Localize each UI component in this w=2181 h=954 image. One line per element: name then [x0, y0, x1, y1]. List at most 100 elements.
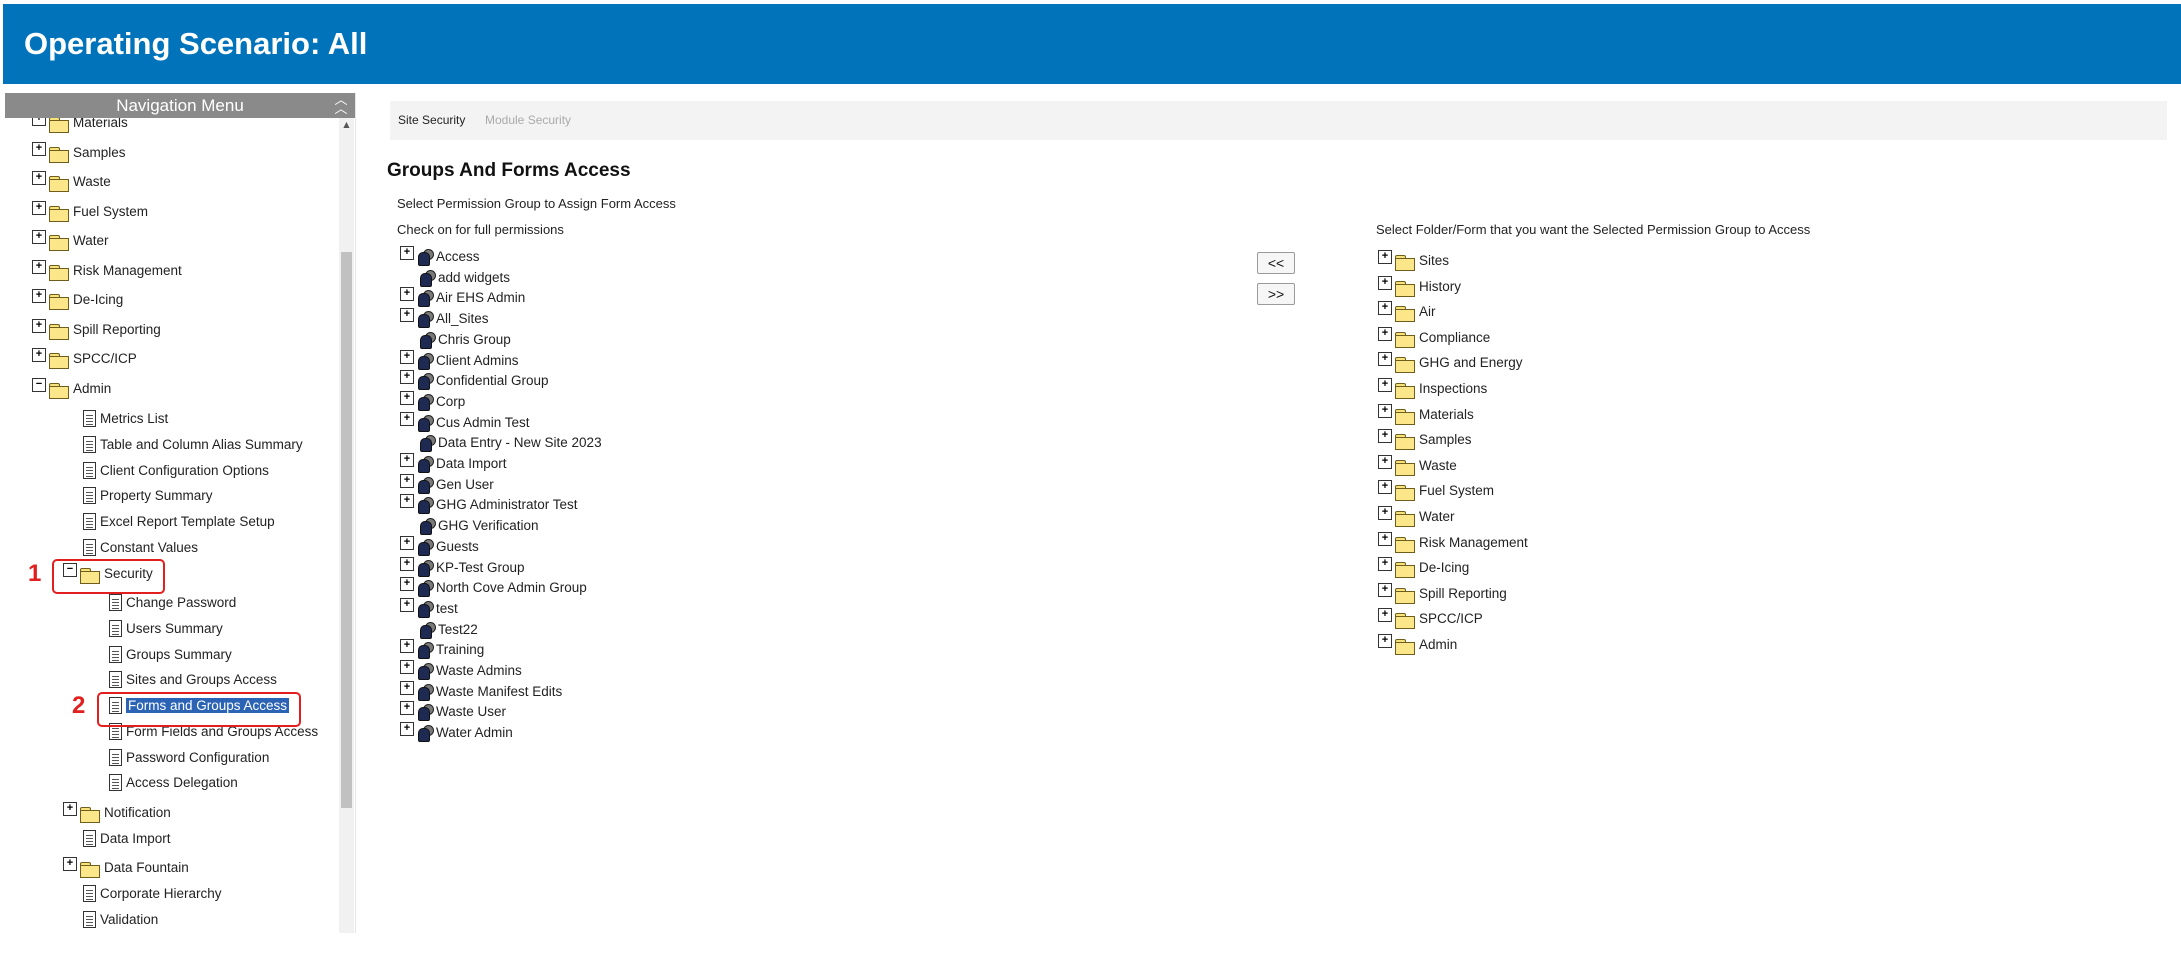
expand-plus-icon[interactable]: +: [400, 722, 414, 736]
expand-plus-icon[interactable]: +: [32, 171, 46, 185]
form-folder-materials[interactable]: + Materials: [1378, 402, 1474, 426]
expand-plus-icon[interactable]: +: [32, 142, 46, 156]
nav-item-data-fountain[interactable]: + Data Fountain: [63, 855, 189, 879]
nav-item-metrics-list[interactable]: Metrics List: [83, 406, 168, 430]
expand-plus-icon[interactable]: +: [63, 802, 77, 816]
expand-plus-icon[interactable]: +: [1378, 506, 1392, 520]
form-folder-fuel-system[interactable]: + Fuel System: [1378, 478, 1494, 502]
form-folder-ghg-and-energy[interactable]: + GHG and Energy: [1378, 350, 1523, 374]
expand-plus-icon[interactable]: +: [32, 289, 46, 303]
expand-plus-icon[interactable]: +: [32, 230, 46, 244]
nav-item-data-import[interactable]: Data Import: [83, 826, 171, 850]
double-chevron-up-icon[interactable]: ︿ ︿: [333, 93, 349, 115]
nav-item-sites-and-groups-access[interactable]: Sites and Groups Access: [109, 667, 277, 691]
expand-plus-icon[interactable]: +: [400, 536, 414, 550]
nav-item-users-summary[interactable]: Users Summary: [109, 616, 223, 640]
group-item-waste-user[interactable]: + Waste User: [400, 701, 506, 722]
nav-item-client-configuration-options[interactable]: Client Configuration Options: [83, 458, 269, 482]
nav-item-password-configuration[interactable]: Password Configuration: [109, 745, 269, 769]
expand-plus-icon[interactable]: +: [1378, 429, 1392, 443]
nav-item-waste[interactable]: + Waste: [32, 169, 111, 193]
form-folder-spcc-icp[interactable]: + SPCC/ICP: [1378, 606, 1483, 630]
nav-item-property-summary[interactable]: Property Summary: [83, 483, 213, 507]
form-folder-air[interactable]: + Air: [1378, 299, 1436, 323]
group-item-training[interactable]: + Training: [400, 639, 484, 660]
expand-plus-icon[interactable]: +: [400, 350, 414, 364]
expand-plus-icon[interactable]: +: [1378, 327, 1392, 341]
expand-plus-icon[interactable]: +: [1378, 532, 1392, 546]
form-folder-inspections[interactable]: + Inspections: [1378, 376, 1487, 400]
expand-plus-icon[interactable]: +: [32, 201, 46, 215]
group-item-air-ehs-admin[interactable]: + Air EHS Admin: [400, 287, 525, 308]
expand-plus-icon[interactable]: +: [400, 598, 414, 612]
form-folder-waste[interactable]: + Waste: [1378, 453, 1457, 477]
expand-plus-icon[interactable]: +: [32, 118, 46, 126]
nav-item-constant-values[interactable]: Constant Values: [83, 535, 198, 559]
nav-item-admin[interactable]: − Admin: [32, 376, 111, 400]
group-item-waste-manifest-edits[interactable]: + Waste Manifest Edits: [400, 681, 562, 702]
expand-plus-icon[interactable]: +: [1378, 634, 1392, 648]
form-folder-risk-management[interactable]: + Risk Management: [1378, 530, 1528, 554]
nav-item-spcc-icp[interactable]: + SPCC/ICP: [32, 346, 137, 370]
group-item-access[interactable]: + Access: [400, 246, 480, 267]
group-item-corp[interactable]: + Corp: [400, 391, 465, 412]
expand-plus-icon[interactable]: +: [1378, 301, 1392, 315]
expand-plus-icon[interactable]: +: [400, 391, 414, 405]
expand-plus-icon[interactable]: +: [1378, 583, 1392, 597]
form-folder-history[interactable]: + History: [1378, 274, 1461, 298]
expand-plus-icon[interactable]: +: [1378, 455, 1392, 469]
nav-item-validation[interactable]: Validation: [83, 907, 158, 931]
nav-item-risk-management[interactable]: + Risk Management: [32, 258, 182, 282]
form-folder-water[interactable]: + Water: [1378, 504, 1455, 528]
nav-item-samples[interactable]: + Samples: [32, 140, 126, 164]
group-item-data-import[interactable]: + Data Import: [400, 453, 507, 474]
expand-plus-icon[interactable]: +: [400, 494, 414, 508]
form-folder-sites[interactable]: + Sites: [1378, 248, 1449, 272]
expand-plus-icon[interactable]: +: [1378, 378, 1392, 392]
expand-plus-icon[interactable]: +: [63, 857, 77, 871]
collapse-minus-icon[interactable]: −: [32, 378, 46, 392]
nav-item-fuel-system[interactable]: + Fuel System: [32, 199, 148, 223]
expand-plus-icon[interactable]: +: [1378, 276, 1392, 290]
expand-plus-icon[interactable]: +: [400, 308, 414, 322]
group-item-test[interactable]: + test: [400, 598, 458, 619]
group-item-gen-user[interactable]: + Gen User: [400, 474, 494, 495]
expand-plus-icon[interactable]: +: [400, 287, 414, 301]
expand-plus-icon[interactable]: +: [1378, 557, 1392, 571]
group-item-cus-admin-test[interactable]: + Cus Admin Test: [400, 412, 530, 433]
group-item-north-cove-admin-group[interactable]: + North Cove Admin Group: [400, 577, 587, 598]
nav-item-table-and-column-alias-summary[interactable]: Table and Column Alias Summary: [83, 432, 303, 456]
nav-item-de-icing[interactable]: + De-Icing: [32, 287, 123, 311]
group-item-chris-group[interactable]: Chris Group: [419, 329, 511, 350]
form-folder-de-icing[interactable]: + De-Icing: [1378, 555, 1469, 579]
expand-plus-icon[interactable]: +: [32, 260, 46, 274]
group-item-kp-test-group[interactable]: + KP-Test Group: [400, 557, 525, 578]
tab-site-security[interactable]: Site Security: [398, 113, 465, 127]
expand-plus-icon[interactable]: +: [1378, 404, 1392, 418]
expand-plus-icon[interactable]: +: [1378, 480, 1392, 494]
remove-access-button[interactable]: >>: [1257, 283, 1295, 305]
group-item-add-widgets[interactable]: add widgets: [419, 267, 510, 288]
expand-plus-icon[interactable]: +: [400, 474, 414, 488]
group-item-water-admin[interactable]: + Water Admin: [400, 722, 513, 743]
tab-module-security[interactable]: Module Security: [485, 113, 571, 127]
expand-plus-icon[interactable]: +: [400, 660, 414, 674]
expand-plus-icon[interactable]: +: [32, 348, 46, 362]
expand-plus-icon[interactable]: +: [400, 453, 414, 467]
expand-plus-icon[interactable]: +: [400, 412, 414, 426]
expand-plus-icon[interactable]: +: [400, 246, 414, 260]
group-item-all-sites[interactable]: + All_Sites: [400, 308, 489, 329]
expand-plus-icon[interactable]: +: [400, 681, 414, 695]
group-item-ghg-administrator-test[interactable]: + GHG Administrator Test: [400, 494, 578, 515]
group-item-confidential-group[interactable]: + Confidential Group: [400, 370, 549, 391]
form-folder-samples[interactable]: + Samples: [1378, 427, 1472, 451]
nav-item-corporate-hierarchy[interactable]: Corporate Hierarchy: [83, 881, 222, 905]
group-item-guests[interactable]: + Guests: [400, 536, 479, 557]
group-item-test22[interactable]: Test22: [419, 619, 478, 640]
nav-item-groups-summary[interactable]: Groups Summary: [109, 642, 232, 666]
expand-plus-icon[interactable]: +: [1378, 250, 1392, 264]
expand-plus-icon[interactable]: +: [32, 319, 46, 333]
expand-plus-icon[interactable]: +: [400, 370, 414, 384]
form-folder-spill-reporting[interactable]: + Spill Reporting: [1378, 581, 1507, 605]
nav-item-water[interactable]: + Water: [32, 228, 109, 252]
